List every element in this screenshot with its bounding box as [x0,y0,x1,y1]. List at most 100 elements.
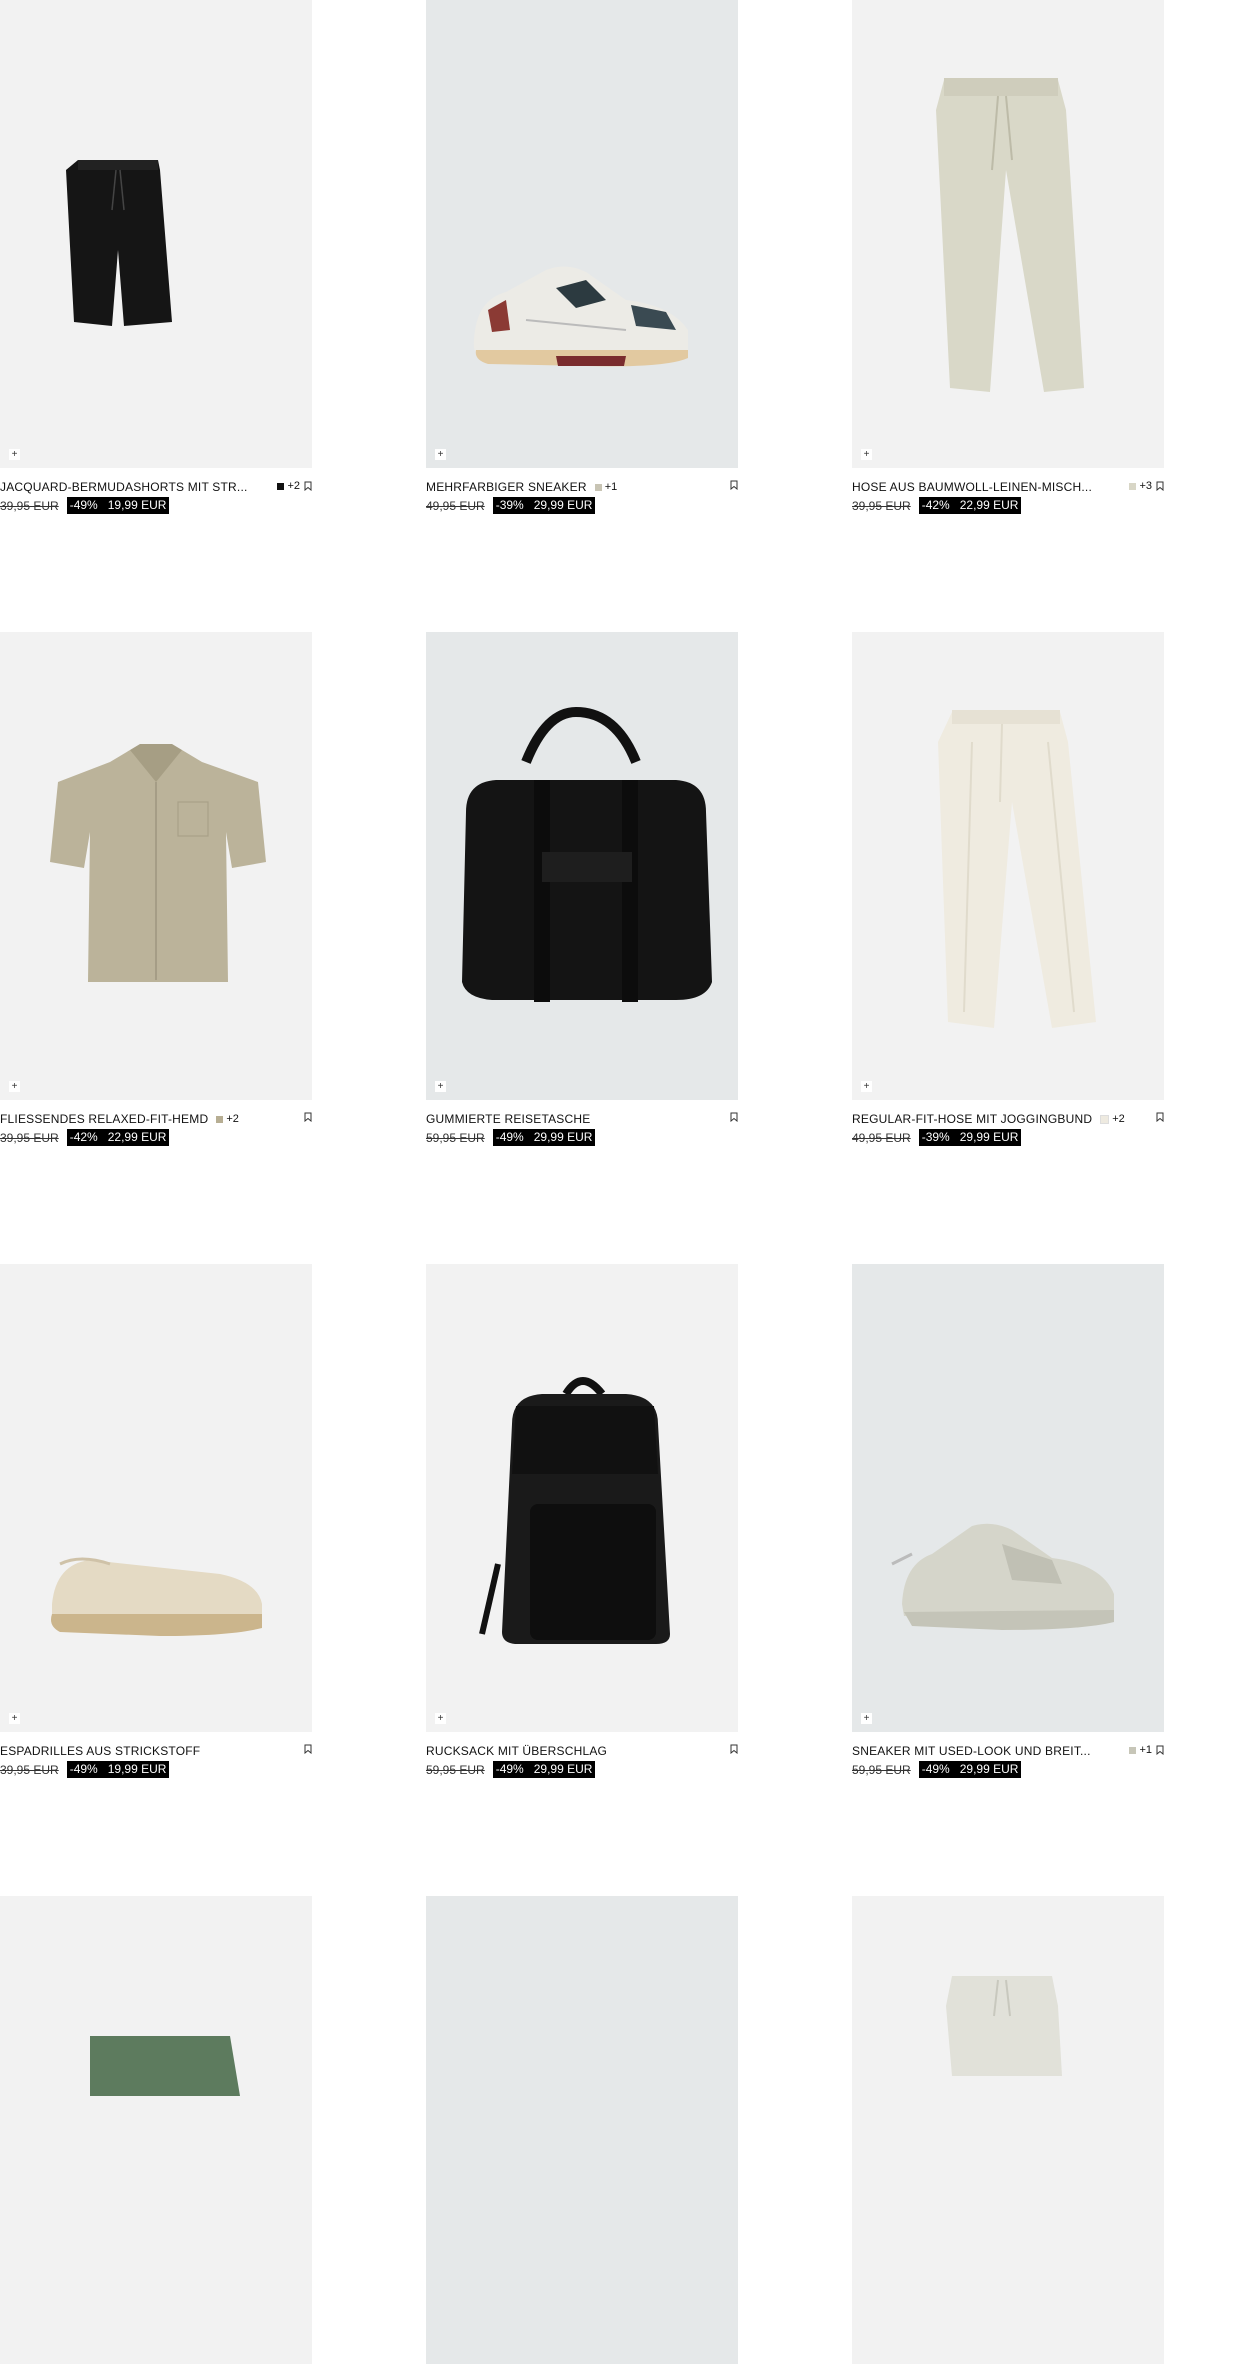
product-name[interactable]: REGULAR-FIT-HOSE MIT JOGGINGBUND [852,1112,1092,1126]
bookmark-icon[interactable] [730,480,738,490]
sale-price: 22,99 EUR [959,498,1019,512]
price-row: 39,95 EUR -49% 19,99 EUR [0,497,170,514]
price-row: 39,95 EUR -49% 19,99 EUR [0,1761,170,1778]
product-card[interactable] [852,1896,1164,2364]
color-options[interactable]: +3 [1129,480,1152,492]
color-swatch[interactable] [1100,1114,1110,1124]
product-image[interactable]: + [852,1264,1164,1732]
color-options[interactable]: +1 [594,481,617,493]
product-card[interactable]: + GUMMIERTE REISETASCHE 59,95 EUR -49% 29,… [426,632,738,1148]
product-card[interactable]: + HOSE AUS BAUMWOLL-LEINEN-MISCH... +3 39,9… [852,0,1164,516]
sale-badge: -49% 29,99 EUR [492,1761,596,1778]
quick-add-plus-icon[interactable]: + [9,1713,20,1724]
sale-price: 29,99 EUR [533,498,593,512]
product-name[interactable]: SNEAKER MIT USED-LOOK UND BREIT... [852,1744,1091,1758]
product-name[interactable]: GUMMIERTE REISETASCHE [426,1112,590,1126]
product-actions: +2 [277,480,312,492]
product-image[interactable]: + [426,1264,738,1732]
price-row: 39,95 EUR -42% 22,99 EUR [852,497,1022,514]
color-swatch[interactable] [594,483,602,491]
product-info: RUCKSACK MIT ÜBERSCHLAG 59,95 EUR -49% 29… [426,1744,738,1780]
sale-badge: -42% 22,99 EUR [66,1129,170,1146]
product-card[interactable] [426,1896,738,2364]
bookmark-icon[interactable] [304,481,312,491]
price-row: 49,95 EUR -39% 29,99 EUR [852,1129,1022,1146]
product-card[interactable] [0,1896,312,2364]
product-actions: +3 [1129,480,1164,492]
product-actions [730,480,738,490]
product-image[interactable]: + [852,632,1164,1100]
product-card[interactable]: + FLIESSENDES RELAXED-FIT-HEMD +2 39,95 EUR… [0,632,312,1148]
bookmark-icon[interactable] [304,1112,312,1122]
quick-add-plus-icon[interactable]: + [435,1081,446,1092]
discount-percent: -39% [921,1130,950,1144]
color-options[interactable]: +1 [1129,1744,1152,1756]
sale-price: 29,99 EUR [959,1130,1019,1144]
product-name[interactable]: ESPADRILLES AUS STRICKSTOFF [0,1744,200,1758]
quick-add-plus-icon[interactable]: + [861,1713,872,1724]
product-info: JACQUARD-BERMUDASHORTS MIT STR... +2 39,95… [0,480,312,516]
color-swatch[interactable] [216,1115,224,1123]
product-image[interactable]: + [0,1264,312,1732]
quick-add-plus-icon[interactable]: + [861,449,872,460]
product-name[interactable]: HOSE AUS BAUMWOLL-LEINEN-MISCH... [852,480,1092,494]
product-name-row: SNEAKER MIT USED-LOOK UND BREIT... [852,1744,1091,1758]
color-swatch[interactable] [277,482,285,490]
product-actions [304,1112,312,1122]
product-card[interactable]: + RUCKSACK MIT ÜBERSCHLAG 59,95 EUR -49% 2… [426,1264,738,1780]
product-card[interactable]: + REGULAR-FIT-HOSE MIT JOGGINGBUND +2 49,95… [852,632,1164,1148]
more-colors-count: +1 [1139,1744,1152,1756]
product-actions [304,1744,312,1754]
product-actions: +1 [1129,1744,1164,1756]
product-image[interactable]: + [0,632,312,1100]
color-options[interactable]: +2 [277,480,300,492]
color-options[interactable]: +2 [1100,1113,1125,1125]
color-swatch[interactable] [1129,1746,1137,1754]
product-card[interactable]: + ESPADRILLES AUS STRICKSTOFF 39,95 EUR -4… [0,1264,312,1780]
product-image[interactable] [0,1896,312,2364]
sale-badge: -39% 29,99 EUR [492,497,596,514]
original-price: 49,95 EUR [852,1130,911,1145]
bookmark-icon[interactable] [304,1744,312,1754]
discount-percent: -49% [495,1762,524,1776]
product-card[interactable]: + SNEAKER MIT USED-LOOK UND BREIT... +1 59,… [852,1264,1164,1780]
bookmark-icon[interactable] [730,1744,738,1754]
quick-add-plus-icon[interactable]: + [435,1713,446,1724]
bookmark-icon[interactable] [1156,481,1164,491]
discount-percent: -49% [495,1130,524,1144]
quick-add-plus-icon[interactable]: + [435,449,446,460]
bookmark-icon[interactable] [730,1112,738,1122]
discount-percent: -49% [69,1762,98,1776]
product-image[interactable]: + [426,632,738,1100]
product-card[interactable]: + MEHRFARBIGER SNEAKER +1 49,95 EUR -39% 29… [426,0,738,516]
sale-price: 19,99 EUR [107,498,167,512]
product-actions [1156,1112,1164,1122]
product-name[interactable]: FLIESSENDES RELAXED-FIT-HEMD [0,1112,208,1126]
product-name[interactable]: RUCKSACK MIT ÜBERSCHLAG [426,1744,607,1758]
color-options[interactable]: +2 [216,1113,239,1125]
discount-percent: -39% [495,498,524,512]
product-card[interactable]: + JACQUARD-BERMUDASHORTS MIT STR... +2 39,9… [0,0,312,516]
product-name[interactable]: MEHRFARBIGER SNEAKER [426,480,587,494]
discount-percent: -49% [921,1762,950,1776]
quick-add-plus-icon[interactable]: + [9,1081,20,1092]
product-info: MEHRFARBIGER SNEAKER +1 49,95 EUR -39% 29,… [426,480,738,516]
color-swatch[interactable] [1129,482,1137,490]
bookmark-icon[interactable] [1156,1745,1164,1755]
bookmark-icon[interactable] [1156,1112,1164,1122]
original-price: 39,95 EUR [0,1130,59,1145]
product-image[interactable]: + [852,0,1164,468]
product-image[interactable] [852,1896,1164,2364]
more-colors-count: +2 [226,1113,239,1125]
product-info: SNEAKER MIT USED-LOOK UND BREIT... +1 59,9… [852,1744,1164,1780]
sale-badge: -49% 29,99 EUR [918,1761,1022,1778]
product-image[interactable] [426,1896,738,2364]
product-name[interactable]: JACQUARD-BERMUDASHORTS MIT STR... [0,480,248,494]
sale-price: 29,99 EUR [959,1762,1019,1776]
discount-percent: -42% [921,498,950,512]
product-image[interactable]: + [0,0,312,468]
product-image[interactable]: + [426,0,738,468]
product-name-row: MEHRFARBIGER SNEAKER +1 [426,480,617,494]
quick-add-plus-icon[interactable]: + [861,1081,872,1092]
quick-add-plus-icon[interactable]: + [9,449,20,460]
